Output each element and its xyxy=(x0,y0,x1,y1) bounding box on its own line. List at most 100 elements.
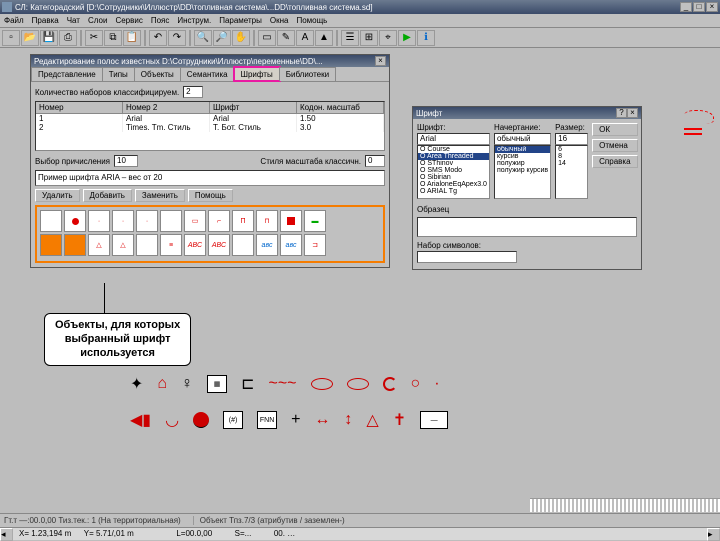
tb-paste[interactable]: 📋 xyxy=(123,30,141,46)
status-y: Y= 5.71/,01 m xyxy=(74,529,134,538)
sym-harrow-icon: ↔ xyxy=(314,411,330,429)
style-input[interactable]: обычный xyxy=(494,133,551,145)
swatch[interactable]: ▭ xyxy=(184,210,206,232)
swatch[interactable]: ≡ xyxy=(160,234,182,256)
size-input[interactable]: 16 xyxy=(555,133,588,145)
tb-help[interactable]: ℹ xyxy=(417,30,435,46)
swatch[interactable] xyxy=(64,210,86,232)
menu-layers[interactable]: Слои xyxy=(88,16,107,25)
swatch[interactable]: ⊓ xyxy=(256,210,278,232)
table-row[interactable]: 2 Times. Tm. Стиль T. Бот. Стиль 3.0 xyxy=(36,123,384,132)
rowidx-input[interactable]: 10 xyxy=(114,155,138,167)
tb-zoomin[interactable]: 🔍 xyxy=(194,30,212,46)
tb-open[interactable]: 📂 xyxy=(21,30,39,46)
dash-mark-icon xyxy=(684,133,702,135)
tab-libraries[interactable]: Библиотеки xyxy=(279,67,336,81)
tab-types[interactable]: Типы xyxy=(102,67,135,81)
minimize-button[interactable]: _ xyxy=(680,2,692,12)
swatch[interactable]: · xyxy=(88,210,110,232)
swatch[interactable] xyxy=(64,234,86,256)
cancel-button[interactable]: Отмена xyxy=(592,139,637,152)
swatch[interactable]: ▬ xyxy=(304,210,326,232)
menu-chat[interactable]: Чат xyxy=(67,16,80,25)
tb-fill[interactable]: ▲ xyxy=(315,30,333,46)
tb-print[interactable]: ⎙ xyxy=(59,30,77,46)
swatch[interactable]: ⌐ xyxy=(208,210,230,232)
swatch[interactable]: авс xyxy=(280,234,302,256)
menu-params[interactable]: Параметры xyxy=(219,16,262,25)
tb-new[interactable]: ▫ xyxy=(2,30,20,46)
maximize-button[interactable]: □ xyxy=(693,2,705,12)
replace-button[interactable]: Заменить xyxy=(135,189,185,202)
tb-sep xyxy=(253,30,255,46)
swatch[interactable] xyxy=(40,210,62,232)
font-dialog-help-button[interactable]: ? xyxy=(616,108,627,118)
tb-grid[interactable]: ⊞ xyxy=(360,30,378,46)
swatch[interactable] xyxy=(40,234,62,256)
tab-objects[interactable]: Объекты xyxy=(134,67,181,81)
tb-layers[interactable]: ☰ xyxy=(341,30,359,46)
swatch[interactable] xyxy=(160,210,182,232)
qty-value[interactable]: 2 xyxy=(183,86,203,98)
tb-pan[interactable]: ✋ xyxy=(232,30,250,46)
menu-service[interactable]: Сервис xyxy=(115,16,142,25)
swatch[interactable]: АВС xyxy=(184,234,206,256)
swatch[interactable]: △ xyxy=(88,234,110,256)
menu-belt[interactable]: Пояс xyxy=(151,16,170,25)
tb-zoomout[interactable]: 🔎 xyxy=(213,30,231,46)
font-input[interactable]: Arial xyxy=(417,133,490,145)
tb-undo[interactable]: ↶ xyxy=(149,30,167,46)
dialog-close-button[interactable]: × xyxy=(375,56,386,66)
swatch[interactable]: АВС xyxy=(208,234,230,256)
charset-label: Набор символов: xyxy=(417,241,637,250)
swatch[interactable]: П xyxy=(232,210,254,232)
swatch[interactable]: · xyxy=(136,210,158,232)
sym-solid-tri-icon: ◀▮ xyxy=(130,410,151,430)
swatch[interactable]: △ xyxy=(112,234,134,256)
tb-copy[interactable]: ⧉ xyxy=(104,30,122,46)
close-button[interactable]: × xyxy=(706,2,718,12)
tb-run[interactable]: ▶ xyxy=(398,30,416,46)
swatch[interactable]: · xyxy=(112,210,134,232)
swatch[interactable] xyxy=(280,210,302,232)
menu-tools[interactable]: Инструм. xyxy=(177,16,211,25)
swatch[interactable]: ⊐ xyxy=(304,234,326,256)
tab-fonts[interactable]: Шрифты xyxy=(234,67,280,81)
scroll-right-button[interactable]: ▸ xyxy=(707,528,720,541)
ok-button[interactable]: ОК xyxy=(592,123,637,136)
swatch[interactable]: авс xyxy=(256,234,278,256)
charset-select[interactable] xyxy=(417,251,517,263)
horizontal-scrollbar[interactable]: ◂ X= 1.23,194 m Y= 5.71/,01 m L=00.0,00 … xyxy=(0,527,720,540)
scale-input[interactable]: 0 xyxy=(365,155,385,167)
swatch[interactable] xyxy=(232,234,254,256)
tb-redo[interactable]: ↷ xyxy=(168,30,186,46)
delete-button[interactable]: Удалить xyxy=(35,189,80,202)
menu-edit[interactable]: Правка xyxy=(32,16,59,25)
tb-save[interactable]: 💾 xyxy=(40,30,58,46)
apply-button[interactable]: Справка xyxy=(592,155,637,168)
add-button[interactable]: Добавить xyxy=(83,189,132,202)
scroll-track[interactable]: X= 1.23,194 m Y= 5.71/,01 m L=00.0,00 S=… xyxy=(13,528,707,540)
tb-snap[interactable]: ⌖ xyxy=(379,30,397,46)
font-table[interactable]: Номер Номер 2 Шрифт Кодон. масштаб 1 Ari… xyxy=(35,101,385,151)
font-listbox[interactable]: O Course O Area Threaded O SThinov O SMS… xyxy=(417,145,490,199)
tab-semantics[interactable]: Семантика xyxy=(180,67,235,81)
menu-help[interactable]: Помощь xyxy=(296,16,327,25)
menu-file[interactable]: Файл xyxy=(4,16,24,25)
table-row[interactable]: 1 Arial Arial 1.50 xyxy=(36,114,384,123)
menu-windows[interactable]: Окна xyxy=(270,16,289,25)
style-listbox[interactable]: обычный курсив полужир полужир курсив xyxy=(494,145,551,199)
font-dialog-titlebar: Шрифт ? × xyxy=(413,107,641,119)
scroll-left-button[interactable]: ◂ xyxy=(0,528,13,541)
status-l: L=00.0,00 xyxy=(136,529,212,538)
font-dialog-close-button[interactable]: × xyxy=(627,108,638,118)
tb-text[interactable]: A xyxy=(296,30,314,46)
tb-cut[interactable]: ✂ xyxy=(85,30,103,46)
tab-presentation[interactable]: Представление xyxy=(31,67,103,81)
size-listbox[interactable]: 6 8 14 xyxy=(555,145,588,199)
tb-draw[interactable]: ✎ xyxy=(277,30,295,46)
help-button[interactable]: Помощь xyxy=(188,189,233,202)
swatch[interactable] xyxy=(136,234,158,256)
tb-select[interactable]: ▭ xyxy=(258,30,276,46)
dialog-tabs: Представление Типы Объекты Семантика Шри… xyxy=(31,67,389,82)
